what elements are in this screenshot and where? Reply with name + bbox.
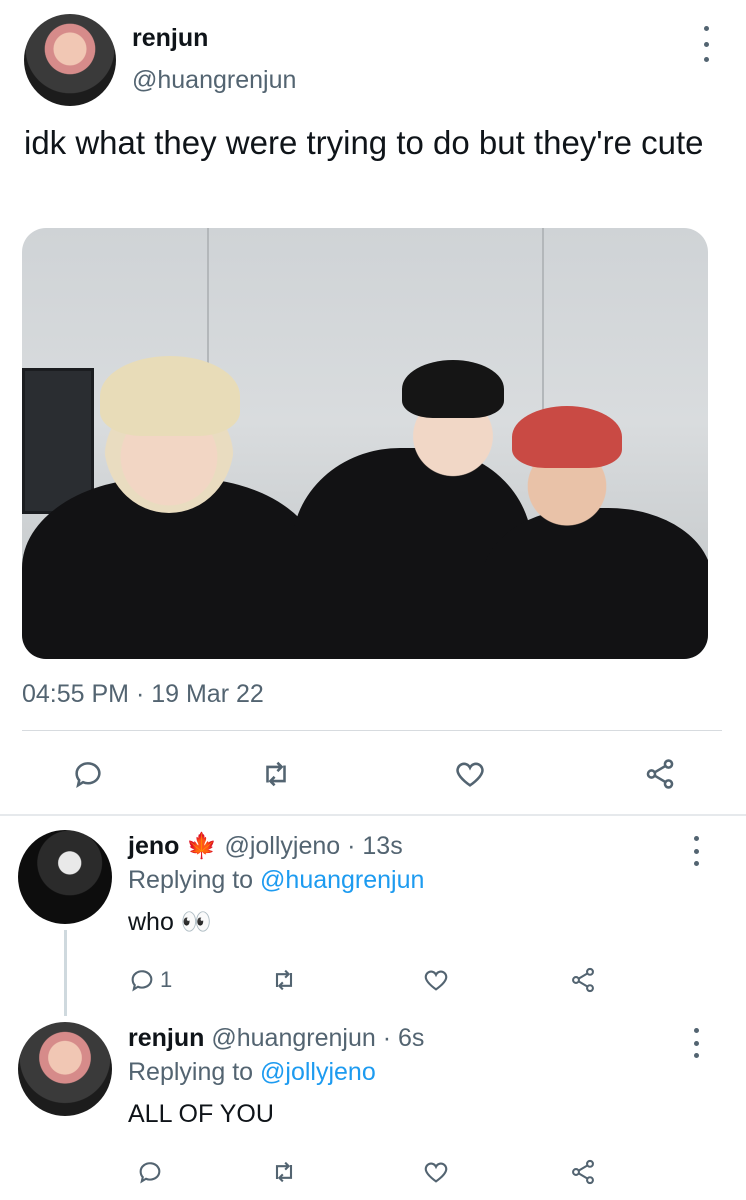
tweet-timestamp[interactable]: 04:55 PM · 19 Mar 22 (22, 680, 264, 709)
reply-avatar[interactable] (18, 830, 112, 924)
reply-icon[interactable]: 1 (128, 958, 188, 1002)
retweet-icon[interactable] (262, 958, 306, 1002)
reply-author-handle[interactable]: @jollyjeno (224, 832, 340, 860)
reply-avatar[interactable] (18, 1022, 112, 1116)
like-icon[interactable] (414, 958, 458, 1002)
more-options-icon[interactable] (694, 26, 718, 62)
tweet-actions (0, 748, 746, 804)
replying-to-label: Replying to (128, 866, 254, 894)
replying-to-label: Replying to (128, 1058, 254, 1086)
maple-leaf-emoji: 🍁 (186, 832, 218, 860)
tweet-text: idk what they were trying to do but they… (24, 124, 704, 161)
reply-time: · 13s (347, 832, 403, 860)
more-options-icon[interactable] (686, 836, 706, 866)
author-handle[interactable]: @huangrenjun (132, 66, 296, 95)
share-icon[interactable] (561, 958, 605, 1002)
reply-header[interactable]: renjun @huangrenjun · 6s (128, 1024, 424, 1053)
author-name[interactable]: renjun (132, 24, 208, 53)
reply-header[interactable]: jeno 🍁 @jollyjeno · 13s (128, 832, 403, 861)
reply-author-name[interactable]: renjun (128, 1024, 204, 1052)
reply-actions (120, 1150, 720, 1190)
reply-text: who 👀 (128, 908, 212, 936)
thread-line (64, 930, 67, 1016)
reply-count: 1 (160, 967, 173, 992)
share-icon[interactable] (638, 752, 682, 796)
replying-to-handle[interactable]: @jollyjeno (260, 1058, 376, 1086)
reply-icon[interactable] (128, 1150, 172, 1194)
like-icon[interactable] (448, 752, 492, 796)
retweet-icon[interactable] (254, 752, 298, 796)
reply-text: ALL OF YOU (128, 1100, 274, 1128)
share-icon[interactable] (561, 1150, 605, 1194)
replying-to-line: Replying to @huangrenjun (128, 866, 424, 895)
retweet-icon[interactable] (262, 1150, 306, 1194)
replying-to-handle[interactable]: @huangrenjun (260, 866, 424, 894)
like-icon[interactable] (414, 1150, 458, 1194)
reply-author-handle[interactable]: @huangrenjun (211, 1024, 375, 1052)
reply-time: · 6s (382, 1024, 425, 1052)
author-avatar[interactable] (24, 14, 116, 106)
replying-to-line: Replying to @jollyjeno (128, 1058, 376, 1087)
reply-icon[interactable] (66, 752, 110, 796)
section-separator (0, 814, 746, 816)
tweet-photo[interactable] (22, 228, 708, 659)
reply-actions: 1 (120, 958, 720, 998)
reply-author-name[interactable]: jeno (128, 832, 179, 860)
divider (22, 730, 722, 731)
more-options-icon[interactable] (686, 1028, 706, 1058)
